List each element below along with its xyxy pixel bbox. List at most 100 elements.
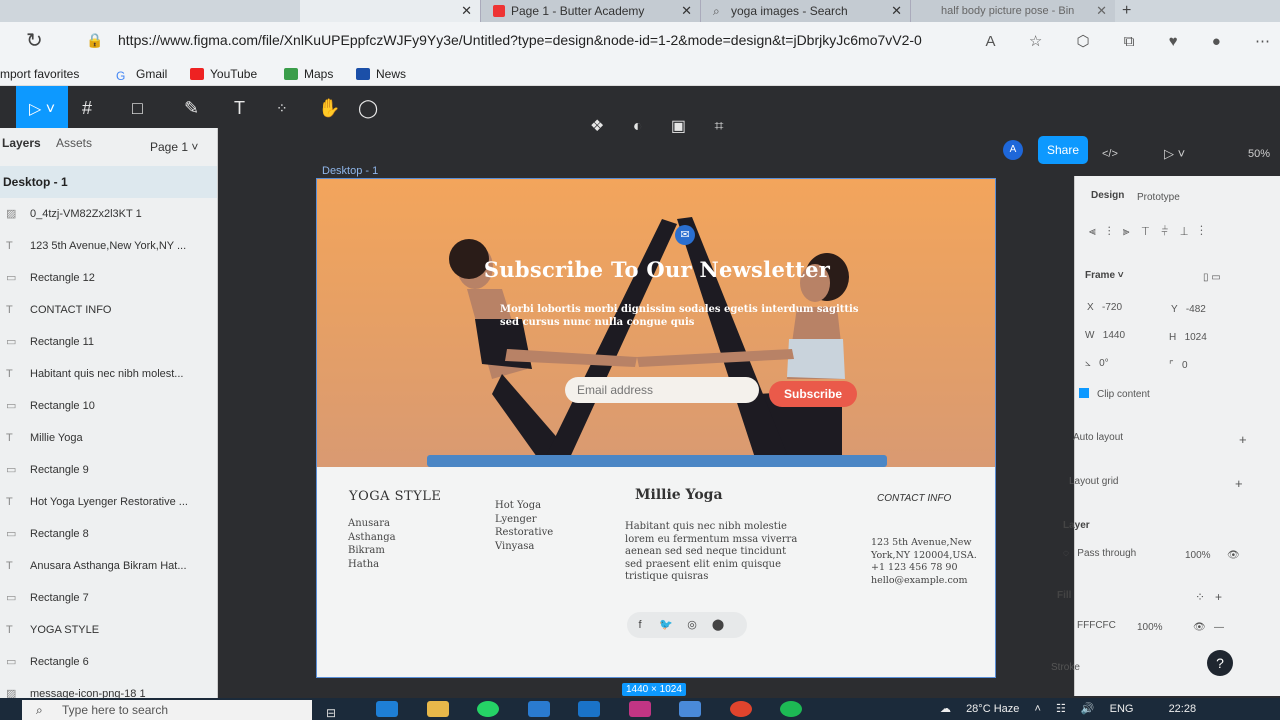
extensions-icon[interactable]: ⬡ [1077, 33, 1090, 50]
frame-tool-icon[interactable]: # [82, 98, 92, 119]
contact-info-heading[interactable]: CONTACT INFO [877, 493, 951, 504]
tab-figma-untitled[interactable]: ✕ [300, 0, 480, 22]
layer-item[interactable]: ▭ Rectangle 11 [0, 326, 217, 358]
present-play-icon[interactable]: ▷ ˅ [1164, 146, 1185, 162]
help-button[interactable]: ? [1207, 650, 1233, 676]
close-tab-icon[interactable]: ✕ [681, 0, 692, 22]
github-icon[interactable]: ⬤ [705, 612, 731, 638]
close-tab-icon[interactable]: ✕ [891, 0, 902, 22]
brand-name[interactable]: Millie Yoga [635, 487, 723, 503]
email-input[interactable] [565, 377, 759, 403]
url-field[interactable]: https://www.figma.com/file/XnlKuUPEppfcz… [118, 32, 922, 48]
layer-item[interactable]: ▭ Rectangle 8 [0, 518, 217, 550]
collections-icon[interactable]: ⧉ [1124, 33, 1135, 50]
twitter-icon[interactable]: 🐦 [653, 612, 679, 638]
hero-section[interactable]: ✉ Subscribe To Our Newsletter Morbi lobo… [317, 179, 995, 467]
bookmark-news[interactable]: News [356, 67, 406, 81]
stroke-section-label[interactable]: Stroke [1051, 662, 1080, 673]
tab-yoga-images[interactable]: ⌕ yoga images - Search ✕ [700, 0, 910, 22]
taskbar-search[interactable]: ⌕ Type here to search [22, 700, 312, 720]
bookmark-import-favorites[interactable]: mport favorites [0, 67, 79, 81]
newsletter-subtitle[interactable]: Morbi lobortis morbi dignissim sodales e… [500, 303, 860, 329]
footer-section[interactable]: YOGA STYLE Anusara Asthanga Bikram Hatha… [317, 467, 995, 677]
layer-item[interactable]: T YOGA STYLE [0, 614, 217, 646]
visibility-eye-icon[interactable]: 👁 [1227, 550, 1240, 561]
read-aloud-icon[interactable]: A [986, 33, 995, 50]
move-tool-button[interactable]: ▷ ˅ [16, 86, 68, 134]
text-tool-icon[interactable]: T [234, 98, 245, 119]
rotation-field[interactable]: ⦣ 0° [1085, 358, 1109, 369]
avatar[interactable]: A [1003, 140, 1023, 160]
page-selector[interactable]: Page 1 ˅ [150, 140, 198, 154]
pen-tool-icon[interactable]: ✎ [184, 98, 199, 119]
favorite-star-icon[interactable]: ☆ [1029, 33, 1042, 50]
h-field[interactable]: H 1024 [1169, 332, 1207, 343]
more-icon[interactable]: ⋯ [1255, 33, 1270, 50]
yoga-types-list[interactable]: Hot Yoga Lyenger Restorative Vinyasa [495, 499, 553, 553]
close-tab-icon[interactable]: ✕ [1096, 0, 1107, 22]
weather-text[interactable]: 28°C Haze [966, 703, 1019, 715]
layer-frame-desktop-1[interactable]: Desktop - 1 [0, 166, 217, 198]
layer-item[interactable]: ▨ 0_4tzj-VM82Zx2l3KT 1 [0, 198, 217, 230]
close-tab-icon[interactable]: ✕ [461, 0, 472, 22]
fill-visibility-icon[interactable]: 👁 — [1193, 622, 1224, 633]
fill-hex-field[interactable]: FFFCFC [1077, 620, 1116, 631]
component-icon[interactable]: ❖ [590, 118, 604, 135]
volume-icon[interactable]: 🔊 [1081, 703, 1095, 715]
layer-item[interactable]: T 123 5th Avenue,New York,NY ... [0, 230, 217, 262]
fill-opacity-field[interactable]: 100% [1137, 622, 1163, 633]
radius-field[interactable]: ⌜ 0 [1169, 360, 1188, 371]
brand-description[interactable]: Habitant quis nec nibh molestie lorem eu… [625, 521, 805, 584]
fill-style-icon[interactable]: ⁘ + [1195, 590, 1222, 604]
comment-tool-icon[interactable]: ◯ [358, 98, 378, 119]
blend-mode-select[interactable]: ◌ Pass through [1063, 548, 1136, 559]
bookmark-youtube[interactable]: YouTube [190, 67, 257, 81]
layer-item[interactable]: ▭ Rectangle 12 [0, 262, 217, 294]
newsletter-title[interactable]: Subscribe To Our Newsletter [317, 257, 995, 282]
tab-layers[interactable]: Layers [2, 136, 41, 150]
frame-label[interactable]: Desktop - 1 [322, 165, 378, 177]
share-button[interactable]: Share [1038, 136, 1088, 164]
yoga-styles-list[interactable]: Anusara Asthanga Bikram Hatha [348, 517, 396, 571]
layer-item[interactable]: T Millie Yoga [0, 422, 217, 454]
reload-icon[interactable]: ↻ [26, 28, 43, 53]
layer-item[interactable]: ▭ Rectangle 9 [0, 454, 217, 486]
tab-half-body-pose[interactable]: half body picture pose - Bin ✕ [910, 0, 1115, 22]
layer-item[interactable]: T CONTACT INFO [0, 294, 217, 326]
edge-icon[interactable] [376, 701, 399, 717]
instagram-app-icon[interactable] [628, 701, 651, 717]
instagram-icon[interactable]: ◎ [679, 612, 705, 638]
bookmark-gmail[interactable]: G Gmail [116, 67, 167, 83]
add-layout-grid-icon[interactable]: + [1235, 476, 1243, 491]
mail-icon[interactable]: ✉ [675, 225, 695, 245]
layer-item[interactable]: T Habitant quis nec nibh molest... [0, 358, 217, 390]
zoom-level[interactable]: 50% [1248, 148, 1270, 160]
weather-icon[interactable]: ☁ [940, 703, 951, 715]
network-icon[interactable]: ☷ [1056, 703, 1066, 715]
chrome-icon[interactable] [729, 701, 752, 717]
alignment-icons[interactable]: ⫷⫶⫸⊤⫩⊥⋮ [1089, 224, 1215, 239]
task-view-icon[interactable]: ⊟ [326, 706, 348, 720]
bookmark-maps[interactable]: Maps [284, 67, 333, 81]
clip-content-checkbox[interactable]: Clip content [1079, 388, 1150, 400]
whatsapp-icon[interactable] [477, 701, 500, 717]
desktop-frame[interactable]: ✉ Subscribe To Our Newsletter Morbi lobo… [316, 178, 996, 678]
lock-icon[interactable]: 🔒 [86, 32, 103, 49]
frame-section-label[interactable]: Frame ˅ [1085, 270, 1124, 281]
layer-item[interactable]: T Anusara Asthanga Bikram Hat... [0, 550, 217, 582]
new-tab-button[interactable]: + [1122, 0, 1131, 22]
auto-layout-section[interactable]: Auto layout [1073, 432, 1123, 443]
layer-item[interactable]: ▭ Rectangle 7 [0, 582, 217, 614]
layer-item[interactable]: T Hot Yoga Lyenger Restorative ... [0, 486, 217, 518]
w-field[interactable]: W 1440 [1085, 330, 1125, 341]
file-explorer-icon[interactable] [426, 701, 449, 717]
language-indicator[interactable]: ENG [1110, 703, 1134, 715]
tab-design[interactable]: Design [1091, 190, 1124, 201]
profile-icon[interactable]: ● [1212, 33, 1221, 50]
spotify-icon[interactable] [780, 701, 803, 717]
tab-assets[interactable]: Assets [56, 136, 92, 150]
subscribe-button[interactable]: Subscribe [769, 381, 857, 407]
store-icon[interactable] [679, 701, 702, 717]
rectangle-tool-icon[interactable]: □ [132, 98, 143, 119]
layer-item[interactable]: ▭ Rectangle 6 [0, 646, 217, 678]
